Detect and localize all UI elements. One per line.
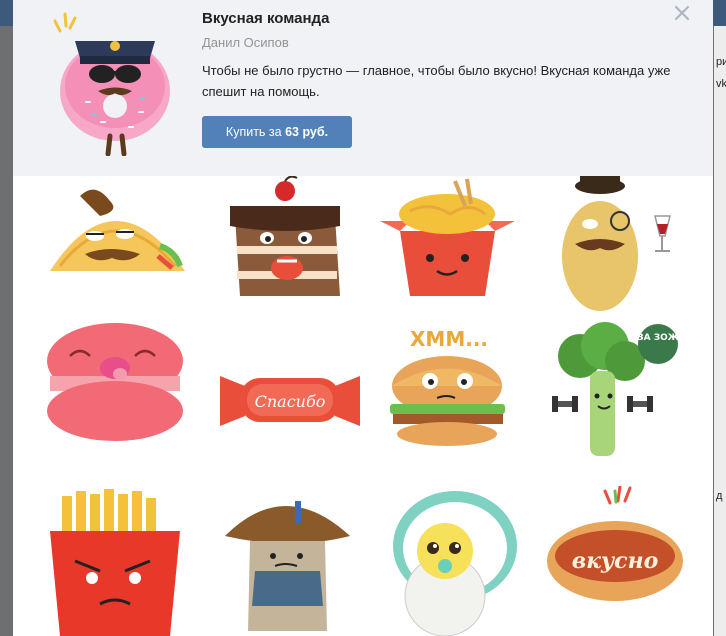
pack-title: Вкусная команда (202, 10, 330, 27)
hotdog-tasty-sticker[interactable]: вкусно (540, 486, 690, 636)
background-text: vk (716, 78, 726, 90)
background-page-right: рик vk д (714, 26, 726, 636)
burger-thinking-sticker[interactable]: ХММ... (375, 316, 525, 466)
mushroom-sticker[interactable] (215, 486, 365, 636)
modal-header: Вкусная команда Данил Осипов Чтобы не бы… (13, 0, 713, 176)
background-text: рик (716, 56, 726, 68)
sticker-pack-modal: Вкусная команда Данил Осипов Чтобы не бы… (13, 0, 713, 636)
buy-button[interactable]: Купить за 63 руб. (202, 116, 352, 148)
cake-sticker[interactable] (215, 176, 365, 326)
fries-angry-sticker[interactable] (40, 486, 190, 636)
pack-description: Чтобы не было грустно — главное, чтобы б… (202, 63, 671, 99)
burger-caption: ХММ... (410, 327, 488, 351)
candy-thanks-sticker[interactable]: Спасибо (215, 316, 365, 466)
sticker-grid: Спасибо ХММ... ЗА ЗОЖ вкусно (13, 176, 713, 636)
potato-gentleman-sticker[interactable] (540, 176, 690, 326)
buy-button-label: Купить за (225, 125, 282, 139)
close-icon[interactable] (672, 3, 692, 23)
background-text: д (716, 490, 723, 502)
macaron-sticker[interactable] (40, 316, 190, 466)
candy-caption: Спасибо (255, 392, 326, 411)
hotdog-caption: вкусно (572, 548, 659, 574)
noodles-box-sticker[interactable] (375, 176, 525, 326)
buy-button-price: 63 руб. (285, 125, 329, 139)
broccoli-gym-sticker[interactable]: ЗА ЗОЖ (540, 316, 690, 466)
pack-author[interactable]: Данил Осипов (202, 35, 289, 50)
broccoli-caption: ЗА ЗОЖ (637, 333, 679, 343)
egg-baby-sticker[interactable] (375, 486, 525, 636)
pack-cover-donut-police (40, 6, 190, 157)
taco-sticker[interactable] (40, 176, 190, 326)
